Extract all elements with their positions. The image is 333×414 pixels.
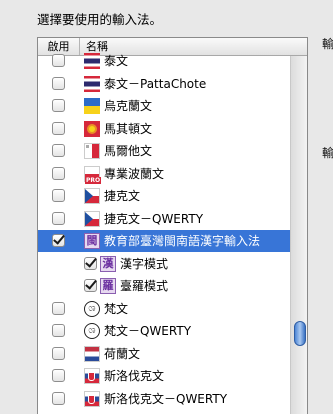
list-item[interactable]: 斯洛伐克文 (38, 365, 290, 387)
instruction-heading: 選擇要使用的輸入法。 (37, 12, 163, 27)
malta-flag-icon (84, 143, 100, 159)
input-source-label: 專業波蘭文 (104, 166, 165, 181)
list-item[interactable]: 烏克蘭文 (38, 95, 290, 117)
input-source-label: 泰文 (104, 54, 129, 68)
czech-flag-icon (84, 210, 100, 227)
thai-flag-icon (84, 75, 100, 92)
list-item[interactable]: 馬爾他文 (38, 140, 290, 162)
input-source-label: 臺羅模式 (120, 279, 169, 293)
czech-flag-icon (84, 188, 100, 204)
enable-checkbox[interactable] (84, 256, 97, 270)
enable-checkbox[interactable] (52, 189, 65, 202)
input-source-label: 梵文－QWERTY (104, 324, 192, 338)
list-item[interactable]: 羅臺羅模式 (38, 275, 290, 297)
input-source-label: 捷克文－QWERTY (104, 211, 204, 226)
list-item[interactable]: 荷蘭文 (38, 343, 290, 365)
enable-checkbox[interactable] (52, 369, 65, 382)
input-source-label: 教育部臺灣閩南語漢字輸入法 (104, 234, 261, 248)
list-item[interactable]: 漢漢字模式 (38, 253, 290, 275)
input-source-label: 泰文－PattaChote (104, 76, 207, 91)
input-source-label: 荷蘭文 (104, 346, 141, 361)
taiwanese-ime-icon: 漢 (100, 255, 116, 272)
enable-checkbox[interactable] (84, 279, 97, 292)
list-item[interactable]: 捷克文－QWERTY (38, 208, 290, 230)
enable-checkbox[interactable] (52, 301, 65, 315)
ukraine-flag-icon (84, 98, 100, 114)
slovakia-flag-icon (84, 368, 100, 384)
list-item[interactable]: 閩教育部臺灣閩南語漢字輸入法 (38, 230, 290, 252)
enable-checkbox[interactable] (52, 346, 65, 360)
enable-checkbox[interactable] (52, 121, 65, 135)
enable-checkbox[interactable] (52, 99, 65, 112)
scrollbar-thumb[interactable] (294, 321, 306, 346)
sanskrit-script-icon: ශ (84, 323, 100, 339)
input-source-label: 馬爾他文 (104, 144, 153, 158)
enable-checkbox[interactable] (52, 76, 65, 90)
netherlands-flag-icon (84, 345, 100, 362)
sanskrit-script-icon: ශ (84, 300, 100, 317)
list-item[interactable]: 馬其頓文 (38, 118, 290, 140)
taiwanese-ime-icon: 羅 (100, 278, 116, 294)
list-item[interactable]: PRO 專業波蘭文 (38, 163, 290, 185)
input-source-list: 啟用 名稱 泰文 泰文－PattaChote 烏克蘭文 馬其頓文 馬爾他文 PRO 專業波蘭… (37, 37, 308, 414)
macedonia-flag-icon (84, 120, 100, 137)
right-label-clipped-1: 輸 (322, 37, 333, 51)
enable-checkbox[interactable] (52, 391, 65, 405)
input-source-label: 梵文 (104, 301, 129, 316)
input-source-label: 馬其頓文 (104, 121, 153, 136)
input-source-label: 漢字模式 (120, 256, 169, 271)
list-item[interactable]: 捷克文 (38, 185, 290, 207)
vertical-scrollbar[interactable] (290, 56, 307, 414)
right-label-clipped-2: 輸 (322, 146, 333, 160)
slovakia-flag-icon (84, 390, 100, 407)
input-source-label: 斯洛伐克文 (104, 369, 165, 383)
list-item[interactable]: 泰文 (38, 50, 290, 72)
list-item[interactable]: ශ 梵文 (38, 298, 290, 320)
input-source-label: 斯洛伐克文－QWERTY (104, 391, 228, 406)
list-item[interactable]: ශ 梵文－QWERTY (38, 320, 290, 342)
list-item[interactable]: 斯洛伐克文－QWERTY (38, 388, 290, 410)
input-source-label: 烏克蘭文 (104, 99, 153, 113)
taiwanese-ime-icon: 閩 (84, 233, 100, 249)
enable-checkbox[interactable] (52, 234, 65, 247)
poland-pro-flag-icon: PRO (84, 165, 102, 184)
list-item[interactable]: 泰文－PattaChote (38, 73, 290, 95)
enable-checkbox[interactable] (52, 166, 65, 180)
input-source-label: 捷克文 (104, 189, 141, 203)
enable-checkbox[interactable] (52, 54, 65, 67)
enable-checkbox[interactable] (52, 144, 65, 157)
thai-flag-icon (84, 53, 100, 69)
enable-checkbox[interactable] (52, 211, 65, 225)
enable-checkbox[interactable] (52, 324, 65, 337)
